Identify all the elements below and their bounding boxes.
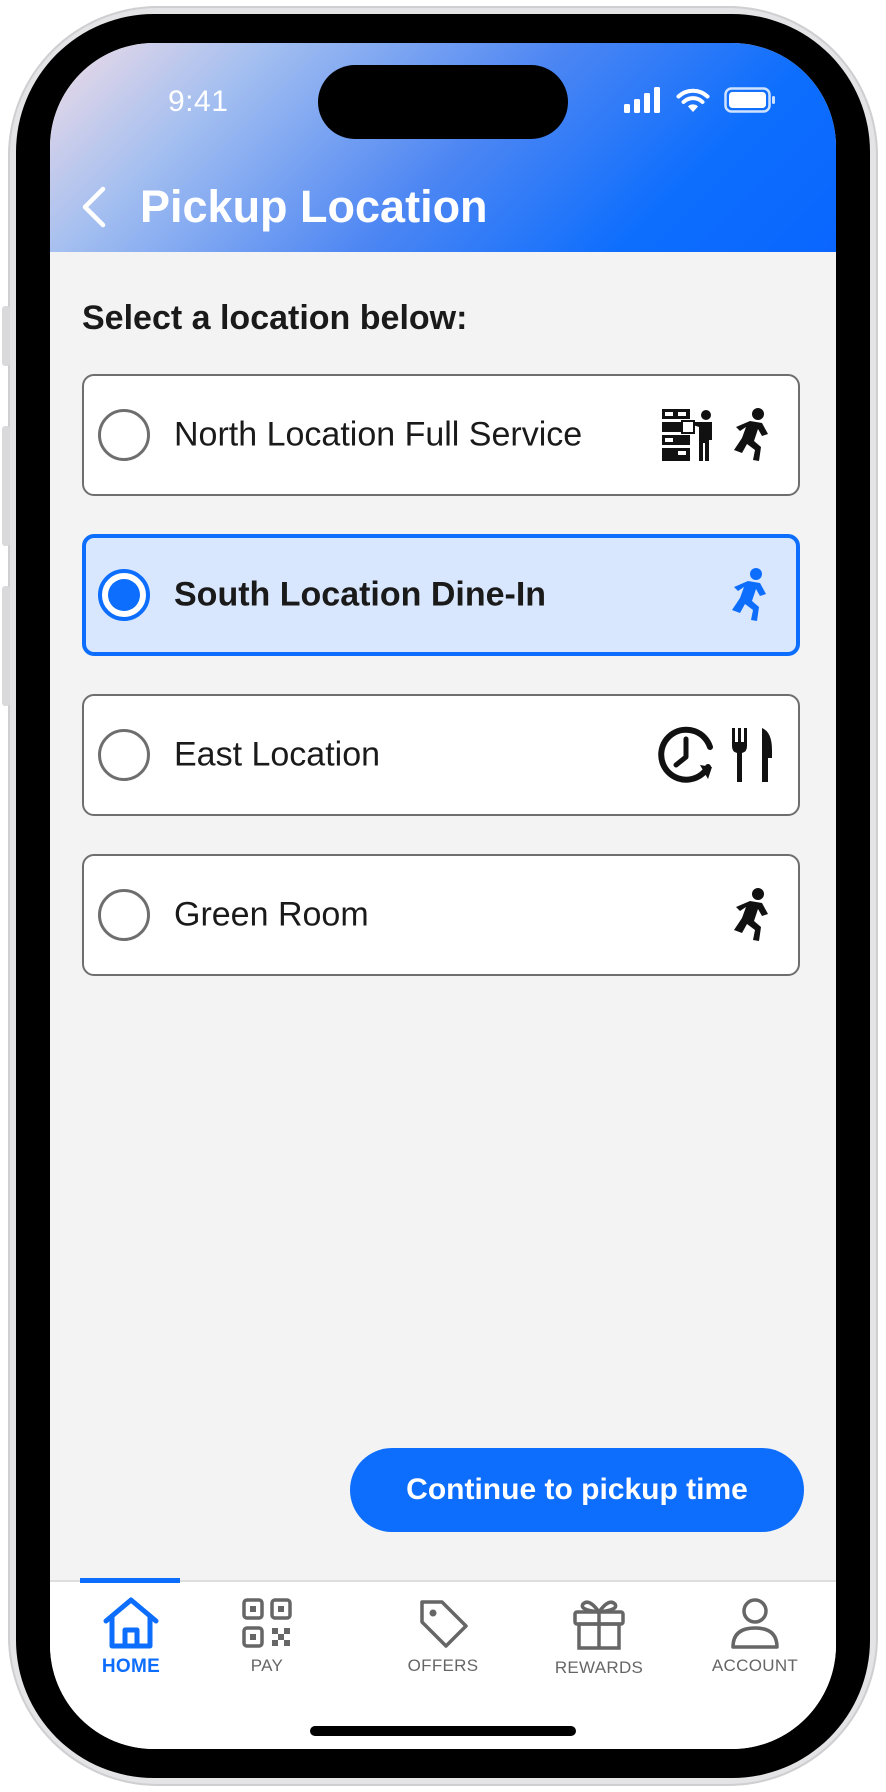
location-prompt: Select a location below: [82,299,468,337]
tab-offers[interactable]: OFFERS [368,1596,518,1692]
cellular-signal-icon [624,87,660,113]
battery-icon [724,87,775,113]
radio-button[interactable] [98,889,150,941]
tab-account[interactable]: ACCOUNT [680,1596,830,1692]
location-label: East Location [174,735,381,774]
tab-label: ACCOUNT [711,1656,799,1675]
tag-icon [420,1600,468,1648]
home-icon [103,1597,159,1649]
clock-icon [658,726,713,783]
active-tab-indicator [80,1578,180,1583]
status-icons [624,87,776,113]
radio-button-selected[interactable] [98,569,150,621]
location-option-green-room[interactable]: Green Room [82,854,800,976]
fork-knife-icon [732,728,772,782]
bottom-tab-bar: HOME PAY OFFERS REWARDS ACCOUNT [50,1578,836,1749]
location-option-south[interactable]: South Location Dine-In [82,534,800,656]
home-indicator [310,1726,576,1736]
location-service-icons [730,887,774,943]
location-service-icons [656,725,774,785]
tab-label: HOME [101,1656,161,1677]
volume-up-button [2,426,10,546]
location-option-east[interactable]: East Location [82,694,800,816]
location-label: Green Room [174,895,369,934]
user-icon [731,1598,779,1649]
tab-label: PAY [250,1656,284,1675]
dynamic-island [318,65,568,139]
page-title: Pickup Location [140,181,488,232]
radio-button[interactable] [98,409,150,461]
tab-label: REWARDS [554,1658,644,1677]
volume-down-button [2,586,10,706]
location-option-north[interactable]: North Location Full Service [82,374,800,496]
status-time: 9:41 [168,85,229,118]
radio-button[interactable] [98,729,150,781]
gift-icon [573,1600,625,1650]
continue-to-pickup-time-button[interactable]: Continue to pickup time [350,1448,804,1532]
locker-pickup-icon [662,409,712,461]
tab-label: OFFERS [407,1656,479,1675]
tab-pay[interactable]: PAY [192,1596,342,1692]
app-header: 9:41 Pickup Location [50,43,836,252]
wifi-icon [676,88,710,112]
location-service-icons [728,567,772,623]
running-person-icon [734,408,768,461]
location-label: South Location Dine-In [174,575,547,614]
radio-dot [108,579,140,611]
tab-home[interactable]: HOME [56,1596,206,1692]
back-button[interactable] [70,176,116,238]
location-service-icons [660,407,774,463]
running-person-icon [732,568,766,621]
running-person-icon [734,888,768,941]
qr-code-icon [242,1598,292,1648]
location-label: North Location Full Service [174,415,583,454]
app-screen: 9:41 Pickup Location Select a location b… [50,43,836,1749]
tab-rewards[interactable]: REWARDS [524,1596,674,1692]
chevron-left-icon [82,186,106,228]
side-button [2,306,10,366]
